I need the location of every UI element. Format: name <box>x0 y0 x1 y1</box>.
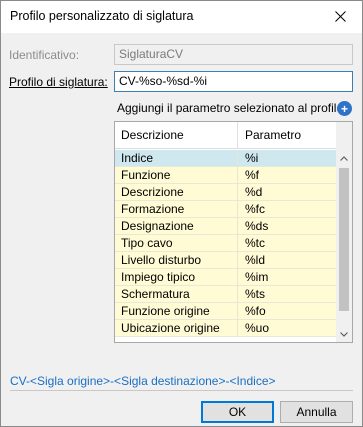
table-row[interactable]: Funzione origine %fo <box>115 303 336 320</box>
grid-header: Descrizione Parametro <box>115 122 336 149</box>
preview-divider <box>10 390 353 391</box>
cell-description: Funzione origine <box>121 304 210 318</box>
table-row[interactable]: Schermatura %ts <box>115 286 336 303</box>
dialog-window: Profilo personalizzato di siglatura Iden… <box>0 0 363 427</box>
cell-description: Descrizione <box>121 185 184 199</box>
cell-divider <box>237 269 238 286</box>
header-divider <box>237 122 238 149</box>
title-bar: Profilo personalizzato di siglatura <box>1 1 362 33</box>
column-header-parameter[interactable]: Parametro <box>245 128 301 142</box>
cell-parameter: %fc <box>245 202 266 216</box>
cell-parameter: %tc <box>245 236 266 250</box>
column-header-description[interactable]: Descrizione <box>121 128 184 142</box>
cell-parameter: %i <box>245 151 259 165</box>
profile-label-text: Profilo di siglatura: <box>9 75 108 89</box>
cell-parameter: %uo <box>245 321 270 335</box>
cell-description: Tipo cavo <box>121 236 173 250</box>
table-row[interactable]: Funzione %f <box>115 167 336 184</box>
table-row[interactable]: Descrizione %d <box>115 184 336 201</box>
table-row[interactable]: Designazione %ds <box>115 218 336 235</box>
cell-parameter: %ts <box>245 287 266 301</box>
cell-description: Ubicazione origine <box>121 321 220 335</box>
cell-parameter: %fo <box>245 304 266 318</box>
cell-parameter: %d <box>245 185 263 199</box>
table-row[interactable]: Livello disturbo %ld <box>115 252 336 269</box>
add-parameter-label: Aggiungi il parametro selezionato al pro… <box>117 101 347 115</box>
cell-parameter: %ld <box>245 253 266 267</box>
close-button[interactable] <box>318 1 362 31</box>
profile-preview: CV-<Sigla origine>-<Sigla destinazione>-… <box>10 374 276 388</box>
close-icon <box>334 10 346 22</box>
cell-divider <box>237 167 238 184</box>
identifier-field: SiglaturaCV <box>114 44 353 65</box>
table-row[interactable]: Tipo cavo %tc <box>115 235 336 252</box>
cancel-button[interactable]: Annulla <box>280 401 353 423</box>
cell-parameter: %f <box>245 168 260 182</box>
cell-description: Funzione <box>121 168 171 182</box>
parameters-grid: Descrizione Parametro Indice %i Funzione %f… <box>114 121 353 343</box>
vertical-scrollbar[interactable] <box>336 122 352 342</box>
grid-rows: Indice %i Funzione %f Descrizione %d Formazion… <box>115 150 336 337</box>
profile-label: Profilo di siglatura: <box>9 75 108 89</box>
dialog-body: Identificativo: SiglaturaCV Profilo di s… <box>1 33 362 396</box>
scroll-up-button[interactable] <box>336 150 352 166</box>
dialog-footer: OK Annulla <box>1 396 362 426</box>
scroll-down-button[interactable] <box>336 326 352 342</box>
cell-description: Impiego tipico <box>121 270 196 284</box>
profile-input[interactable]: CV-%so-%sd-%i <box>114 71 353 92</box>
ok-button[interactable]: OK <box>201 401 274 423</box>
cell-description: Indice <box>121 151 154 165</box>
table-row[interactable]: Formazione %fc <box>115 201 336 218</box>
cell-description: Schermatura <box>121 287 190 301</box>
chevron-up-icon <box>340 155 348 161</box>
cell-parameter: %ds <box>245 219 269 233</box>
cell-divider <box>237 286 238 303</box>
add-parameter-button[interactable]: + <box>337 101 352 116</box>
table-row[interactable]: Impiego tipico %im <box>115 269 336 286</box>
plus-circle-icon: + <box>340 101 348 116</box>
table-row[interactable]: Ubicazione origine %uo <box>115 320 336 337</box>
cell-divider <box>237 150 238 167</box>
identifier-label: Identificativo: <box>9 48 80 62</box>
cell-divider <box>237 201 238 218</box>
table-row[interactable]: Indice %i <box>115 150 336 167</box>
cell-divider <box>237 218 238 235</box>
cell-divider <box>237 184 238 201</box>
cell-divider <box>237 252 238 269</box>
cell-description: Livello disturbo <box>121 253 202 267</box>
cell-description: Designazione <box>121 219 194 233</box>
cell-divider <box>237 303 238 320</box>
cell-parameter: %im <box>245 270 269 284</box>
scroll-thumb[interactable] <box>339 168 349 311</box>
window-title: Profilo personalizzato di siglatura <box>10 9 194 23</box>
cell-divider <box>237 320 238 337</box>
cell-divider <box>237 235 238 252</box>
chevron-down-icon <box>340 331 348 337</box>
cell-description: Formazione <box>121 202 185 216</box>
